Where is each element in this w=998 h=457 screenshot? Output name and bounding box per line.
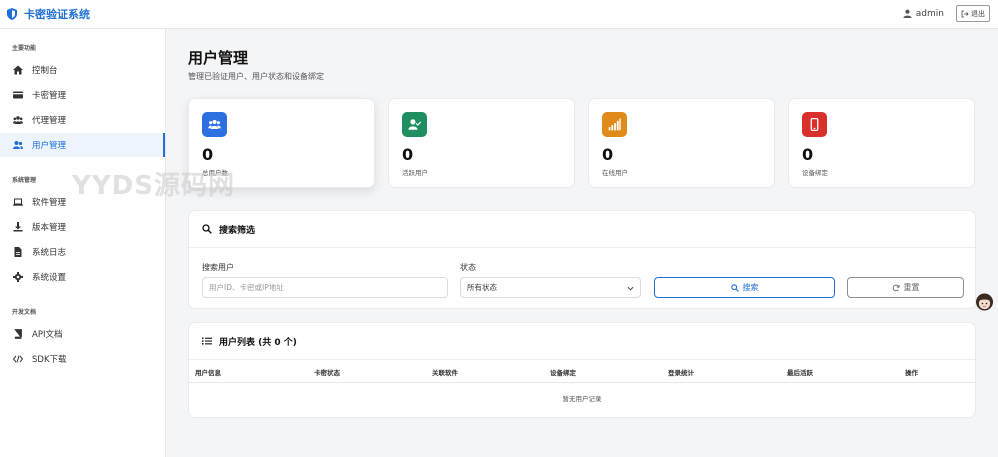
chevron-down-icon <box>627 286 634 291</box>
download-icon <box>13 222 23 232</box>
avatar[interactable] <box>975 292 994 314</box>
user-check-icon <box>408 119 421 130</box>
search-icon <box>202 224 212 234</box>
column-header[interactable]: 用户信息 <box>195 367 221 377</box>
stat-value: 0 <box>602 145 614 164</box>
stat-value: 0 <box>402 145 414 164</box>
page-title: 用户管理 <box>188 49 249 67</box>
column-header[interactable]: 最后活跃 <box>787 367 813 377</box>
logout-button[interactable]: 退出 <box>956 5 990 22</box>
sidebar-item-label: 系统日志 <box>32 248 67 258</box>
refresh-icon <box>892 284 900 291</box>
stat-icon-bg <box>802 112 827 137</box>
user-list-header: 用户列表 (共 0 个) <box>189 323 975 360</box>
sidebar-item-label: API文档 <box>32 330 63 340</box>
search-button[interactable]: 搜索 <box>654 277 835 298</box>
status-select-value: 所有状态 <box>467 283 497 292</box>
search-panel: 搜索筛选 搜索用户 用户ID、卡密或IP地址 状态 所有状态 搜索 重置 <box>188 210 976 309</box>
sidebar-item-label: 控制台 <box>32 66 58 76</box>
stat-icon-bg <box>602 112 627 137</box>
reset-button-label: 重置 <box>903 283 920 292</box>
code-icon <box>13 355 23 363</box>
stat-value: 0 <box>802 145 814 164</box>
user-list-panel: 用户列表 (共 0 个) 用户信息 卡密状态 关联软件 设备绑定 登录统计 最后… <box>188 322 976 418</box>
search-button-label: 搜索 <box>742 283 759 292</box>
reset-button[interactable]: 重置 <box>847 277 964 298</box>
book-icon <box>14 329 22 339</box>
stat-label: 设备绑定 <box>802 169 828 177</box>
status-label: 状态 <box>460 263 476 272</box>
sidebar-item-label: 软件管理 <box>32 198 67 208</box>
stat-card-online-users: 0 在线用户 <box>588 98 775 188</box>
sidebar-item-settings[interactable]: 系统设置 <box>0 265 165 289</box>
list-icon <box>202 337 212 345</box>
user-group-icon <box>13 141 23 149</box>
sidebar-item-label: 系统设置 <box>32 273 67 283</box>
brand[interactable]: 卡密验证系统 <box>7 6 90 22</box>
app-title: 卡密验证系统 <box>24 8 90 21</box>
column-header[interactable]: 登录统计 <box>668 367 694 377</box>
main-content: 用户管理 管理已验证用户、用户状态和设备绑定 0 总用户数 0 活跃用户 0 在… <box>166 29 998 457</box>
sidebar-item-label: 用户管理 <box>32 141 67 151</box>
column-header[interactable]: 设备绑定 <box>550 367 576 377</box>
logout-label: 退出 <box>971 9 985 18</box>
sidebar-item-label: 卡密管理 <box>32 91 67 101</box>
column-header[interactable]: 卡密状态 <box>314 367 340 377</box>
username[interactable]: admin <box>916 9 944 19</box>
sidebar-item-versions[interactable]: 版本管理 <box>0 215 165 239</box>
search-panel-header: 搜索筛选 <box>189 211 975 248</box>
mobile-icon <box>810 118 819 131</box>
stat-icon-bg <box>202 112 227 137</box>
user-icon <box>903 9 912 18</box>
search-panel-title: 搜索筛选 <box>219 225 256 236</box>
column-header[interactable]: 关联软件 <box>432 367 458 377</box>
users-icon <box>13 116 23 124</box>
sidebar: 主要功能 控制台 卡密管理 代理管理 用户管理 系统管理 软件管理 版本管理 系… <box>0 29 166 457</box>
sidebar-item-label: 版本管理 <box>32 223 67 233</box>
shield-icon <box>7 8 17 20</box>
sidebar-item-cards[interactable]: 卡密管理 <box>0 83 165 107</box>
stat-card-device-bindings: 0 设备绑定 <box>788 98 975 188</box>
sidebar-item-dashboard[interactable]: 控制台 <box>0 58 165 82</box>
stat-label: 在线用户 <box>602 169 628 177</box>
watermark-text: YYDS源码网 <box>72 171 235 201</box>
search-user-label: 搜索用户 <box>202 263 234 272</box>
sidebar-item-api-docs[interactable]: API文档 <box>0 322 165 346</box>
section-title-docs: 开发文档 <box>12 309 37 316</box>
search-input[interactable]: 用户ID、卡密或IP地址 <box>202 277 448 298</box>
gear-icon <box>13 272 23 282</box>
section-title-system: 系统管理 <box>12 177 37 184</box>
logout-icon <box>961 10 969 17</box>
page-subtitle: 管理已验证用户、用户状态和设备绑定 <box>188 72 324 81</box>
sidebar-item-logs[interactable]: 系统日志 <box>0 240 165 264</box>
home-icon <box>13 65 23 75</box>
laptop-icon <box>13 198 23 206</box>
table-header: 用户信息 卡密状态 关联软件 设备绑定 登录统计 最后活跃 操作 <box>189 360 975 383</box>
sidebar-item-sdk-download[interactable]: SDK下载 <box>0 347 165 371</box>
section-title-main: 主要功能 <box>12 45 37 52</box>
card-icon <box>13 91 23 99</box>
sidebar-item-agents[interactable]: 代理管理 <box>0 108 165 132</box>
signal-icon <box>608 118 621 131</box>
column-header[interactable]: 操作 <box>905 367 918 377</box>
stat-icon-bg <box>402 112 427 137</box>
users-icon <box>208 119 221 130</box>
sidebar-item-users[interactable]: 用户管理 <box>0 133 165 157</box>
file-icon <box>14 247 22 257</box>
empty-state-text: 暂无用户记录 <box>562 395 602 403</box>
stat-label: 活跃用户 <box>402 169 428 177</box>
stat-card-active-users: 0 活跃用户 <box>388 98 575 188</box>
status-select[interactable]: 所有状态 <box>460 277 641 298</box>
sidebar-item-label: 代理管理 <box>32 116 67 126</box>
search-icon <box>730 283 739 292</box>
user-list-title: 用户列表 (共 0 个) <box>219 337 297 348</box>
top-bar: 卡密验证系统 admin 退出 <box>0 0 998 29</box>
stat-value: 0 <box>202 145 214 164</box>
sidebar-item-label: SDK下载 <box>32 355 67 365</box>
